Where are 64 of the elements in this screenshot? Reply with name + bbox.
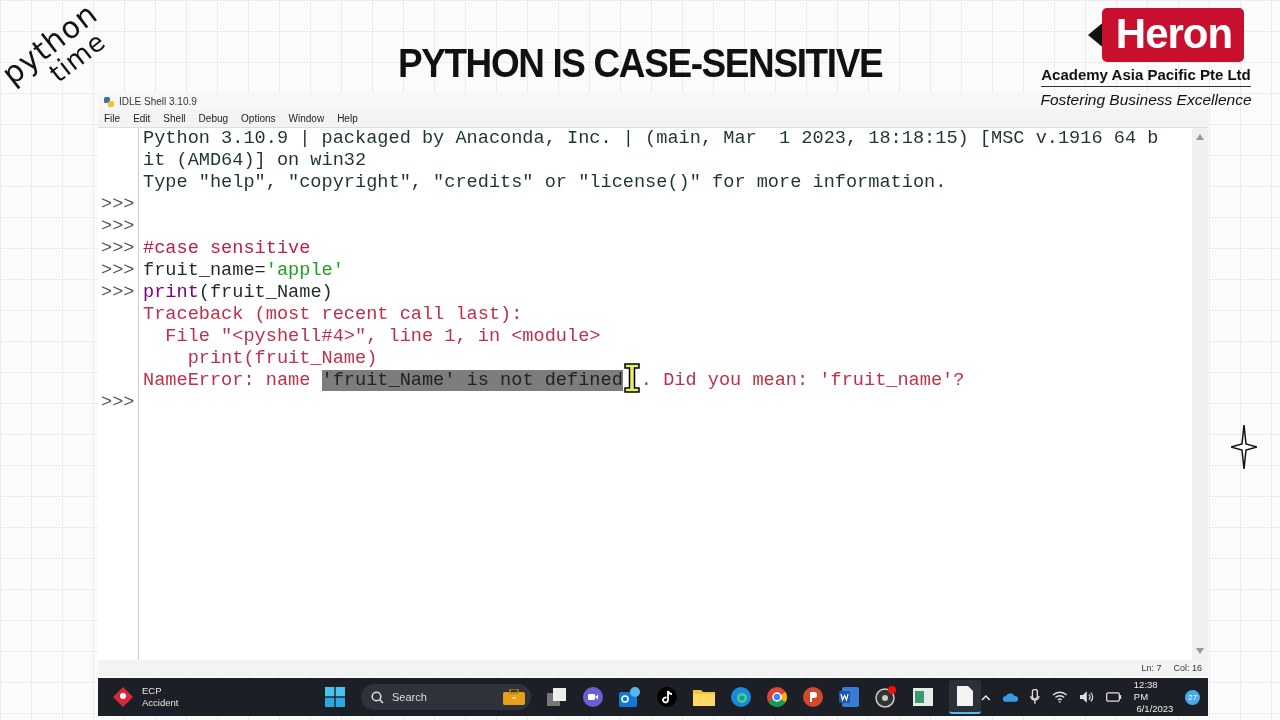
- notification-text: Accident: [142, 697, 179, 709]
- column-number: Col: 16: [1173, 663, 1202, 673]
- menu-item[interactable]: Options: [241, 113, 276, 124]
- output-text: it (AMD64)] on win32: [143, 150, 367, 171]
- notification-title: ECP: [142, 685, 163, 697]
- menu-item[interactable]: Edit: [133, 113, 151, 124]
- wifi-icon[interactable]: [1052, 691, 1068, 703]
- error-text: print(fruit_Name): [186, 348, 378, 369]
- video-call-icon[interactable]: [583, 687, 603, 707]
- document-app-icon[interactable]: [839, 687, 859, 707]
- error-text: File "<pyshell#4>", line 1, in <module>: [164, 326, 601, 347]
- volume-icon[interactable]: [1079, 691, 1095, 703]
- windows-icon[interactable]: [325, 687, 345, 707]
- code-text: fruit_name=: [143, 260, 266, 281]
- company-name: Academy Asia Pacific Pte Ltd: [1041, 66, 1251, 87]
- code-text: 'apple': [265, 260, 344, 281]
- error-text: Traceback (most recent call last):: [143, 304, 523, 325]
- shell-prompt: >>>: [101, 216, 135, 237]
- search-icon: [371, 690, 384, 704]
- slide-title: PYTHON IS CASE-SENSITIVE: [397, 39, 883, 88]
- clock-time[interactable]: 12:38 PM: [1133, 679, 1174, 703]
- code-text: print: [143, 282, 199, 303]
- task-view-icon[interactable]: [547, 688, 567, 706]
- browser-icon[interactable]: [767, 687, 787, 707]
- code-text: (fruit_Name): [198, 282, 333, 303]
- line-number: Ln: 7: [1141, 663, 1162, 673]
- clock-date[interactable]: 6/1/2023: [1136, 703, 1174, 715]
- brand-logo: Heron: [1101, 8, 1245, 62]
- menu-item[interactable]: File: [104, 113, 121, 124]
- comment-text: #case sensitive: [143, 238, 311, 259]
- sparkle-icon: [1231, 425, 1257, 469]
- cloud-icon[interactable]: [1002, 692, 1019, 702]
- text-cursor-icon: [623, 363, 640, 394]
- diamond-icon: [112, 686, 134, 708]
- shell-prompt: >>>: [101, 260, 135, 281]
- file-app-icon[interactable]: [949, 680, 981, 714]
- browser-icon[interactable]: [731, 687, 751, 707]
- shell-prompt: >>>: [101, 238, 135, 259]
- battery-icon[interactable]: [1106, 692, 1122, 702]
- shell-prompt: >>>: [101, 282, 135, 303]
- python-icon: [104, 96, 114, 107]
- error-text: . Did you mean: 'fruit_name'?: [640, 370, 965, 391]
- selected-text: 'fruit_Name' is not defined: [321, 370, 623, 391]
- menu-item[interactable]: Debug: [198, 113, 229, 124]
- microphone-icon[interactable]: [1030, 689, 1041, 705]
- output-text: Type "help", "copyright", "credits" or "license()" for more information.: [143, 172, 947, 193]
- menu-item[interactable]: Help: [337, 113, 358, 124]
- shell-prompt: >>>: [101, 392, 135, 413]
- menu-item[interactable]: Window: [288, 113, 325, 124]
- mail-app-icon[interactable]: [619, 686, 641, 708]
- window-title: IDLE Shell 3.10.9: [119, 96, 197, 107]
- music-note-icon[interactable]: [657, 687, 677, 707]
- menu-item[interactable]: Shell: [163, 113, 186, 124]
- chevron-up-icon[interactable]: [981, 693, 991, 701]
- briefcase-icon: [503, 689, 525, 705]
- window-app-icon[interactable]: [913, 688, 933, 706]
- error-text: NameError: name: [143, 370, 312, 391]
- output-text: Python 3.10.9 | packaged by Anaconda, Inc. | (main, Mar 1 2023, 18:18:15) [MSC v.1916 64 b: [143, 128, 1159, 149]
- tagline: Fostering Business Excellence: [1040, 91, 1252, 109]
- recorder-icon[interactable]: [875, 686, 897, 708]
- shell-prompt: >>>: [101, 194, 135, 215]
- presentation-app-icon[interactable]: [803, 687, 823, 707]
- folder-icon[interactable]: [693, 688, 715, 706]
- search-field[interactable]: Search: [361, 684, 531, 710]
